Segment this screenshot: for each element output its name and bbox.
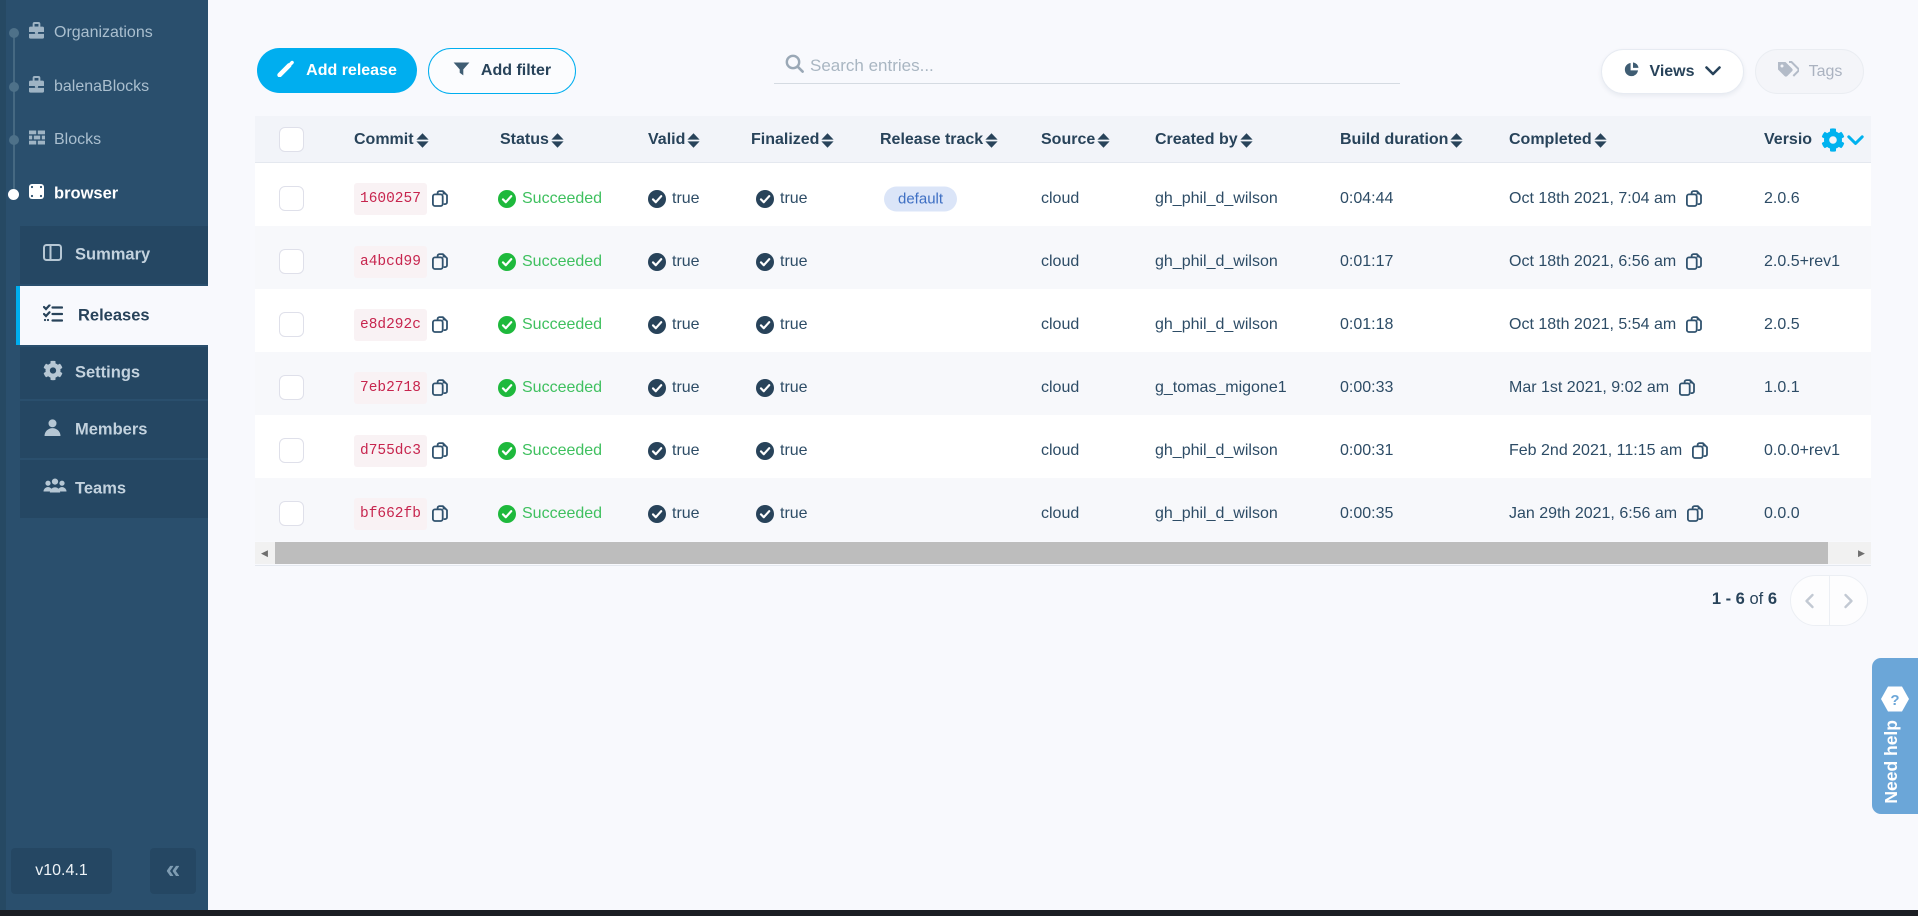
svg-text:?: ? — [1890, 692, 1899, 709]
